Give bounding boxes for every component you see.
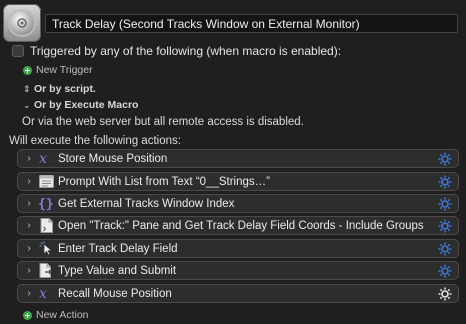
action-type-value-and-submit[interactable]: › Type Value and Submit <box>17 261 459 280</box>
action-get-external-tracks-window-index[interactable]: › {} Get External Tracks Window Index <box>17 194 459 213</box>
gear-icon[interactable] <box>436 195 454 213</box>
svg-text:{}: {} <box>38 197 54 211</box>
or-by-script-label: Or by script. <box>34 83 96 95</box>
macro-icon-badge <box>10 11 34 35</box>
action-label: Enter Track Delay Field <box>58 242 178 255</box>
new-trigger-label: New Trigger <box>36 64 93 76</box>
gear-icon[interactable] <box>436 173 454 191</box>
variable-x-icon: x <box>38 286 54 301</box>
disclosure-chevron-icon[interactable]: › <box>22 288 36 299</box>
macro-group-icon[interactable] <box>3 4 41 42</box>
triggers-enabled-row[interactable]: Triggered by any of the following (when … <box>12 44 341 58</box>
svg-text:x: x <box>39 286 47 301</box>
new-action-label: New Action <box>36 309 89 321</box>
or-by-execute-macro-label: Or by Execute Macro <box>34 99 139 111</box>
disclosure-chevron-icon[interactable]: › <box>22 243 36 254</box>
gear-icon[interactable] <box>436 150 454 168</box>
svg-text:x: x <box>39 151 47 166</box>
gear-icon[interactable] <box>436 217 454 235</box>
disclosure-chevron-icon[interactable]: › <box>22 153 36 164</box>
action-open-track-pane[interactable]: › Open "Track:" Pane and Get Track Delay… <box>17 216 459 235</box>
json-braces-icon: {} <box>38 196 54 211</box>
action-label: Get External Tracks Window Index <box>58 197 235 210</box>
action-store-mouse-position[interactable]: › x Store Mouse Position <box>17 149 459 168</box>
action-label: Recall Mouse Position <box>58 287 172 300</box>
mouse-click-icon <box>38 241 54 256</box>
or-by-execute-macro-row[interactable]: ⌄ Or by Execute Macro <box>23 99 138 111</box>
actions-header: Will execute the following actions: <box>9 135 181 147</box>
new-trigger-button[interactable]: New Trigger <box>23 64 93 76</box>
document-arrow-icon <box>38 263 54 278</box>
new-action-button[interactable]: New Action <box>23 309 89 321</box>
disclosure-chevron-icon[interactable]: › <box>22 265 36 276</box>
triggers-checkbox-label: Triggered by any of the following (when … <box>30 44 342 58</box>
disclosure-chevron-icon[interactable]: › <box>22 220 36 231</box>
disclosure-down-icon: ⌄ <box>23 99 31 110</box>
disclosure-chevron-icon[interactable]: › <box>22 176 36 187</box>
variable-x-icon: x <box>38 151 54 166</box>
action-label: Open "Track:" Pane and Get Track Delay F… <box>58 219 424 232</box>
window-list-icon <box>38 174 54 189</box>
gear-icon[interactable] <box>436 262 454 280</box>
or-by-script-row[interactable]: ⇕ Or by script. <box>23 83 96 95</box>
disclosure-chevron-icon[interactable]: › <box>22 198 36 209</box>
action-enter-track-delay-field[interactable]: › Enter Track Delay Field <box>17 239 459 258</box>
gear-icon[interactable] <box>436 240 454 258</box>
plus-circle-icon <box>23 310 32 320</box>
triggers-checkbox[interactable] <box>12 45 24 57</box>
script-file-icon <box>38 218 54 233</box>
up-down-chevron-icon: ⇕ <box>23 83 31 94</box>
gear-icon[interactable] <box>436 285 454 303</box>
web-server-note: Or via the web server but all remote acc… <box>22 116 304 128</box>
action-prompt-with-list[interactable]: › Prompt With List from Text “0__Strings… <box>17 172 459 191</box>
action-label: Prompt With List from Text “0__Strings…” <box>58 175 270 188</box>
action-label: Store Mouse Position <box>58 152 168 165</box>
macro-name-field[interactable]: Track Delay (Second Tracks Window on Ext… <box>45 14 458 33</box>
action-label: Type Value and Submit <box>58 264 177 277</box>
action-recall-mouse-position[interactable]: › x Recall Mouse Position <box>17 284 459 303</box>
plus-circle-icon <box>23 65 32 75</box>
